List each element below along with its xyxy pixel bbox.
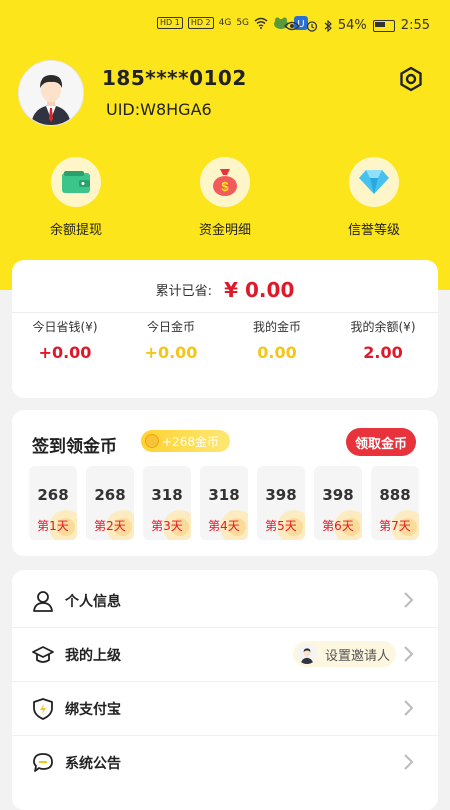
diamond-icon (349, 157, 399, 207)
day-label: 第4天 (208, 519, 240, 533)
coin-icon (145, 434, 159, 448)
checkin-day-4[interactable]: 318 第4天 (200, 466, 248, 540)
eye-icon (283, 21, 300, 30)
day-label: 第3天 (151, 519, 183, 533)
user-uid: UID:W8HGA6 (106, 100, 212, 119)
stat-label: 今日金币 (146, 320, 195, 334)
inviter-avatar (296, 644, 317, 664)
set-inviter-label: 设置邀请人 (324, 648, 390, 664)
day-label: 第2天 (94, 519, 126, 533)
stat-today-saved: 今日省钱(¥) +0.00 (12, 318, 118, 362)
profile-section: 185****0102 UID:W8HGA6 (18, 60, 432, 130)
chevron-right-icon (404, 646, 414, 662)
day-amount: 398 (322, 486, 354, 504)
checkin-day-5[interactable]: 398 第5天 (257, 466, 305, 540)
alarm-icon (306, 20, 318, 32)
chevron-right-icon (404, 700, 414, 716)
menu-item-label: 个人信息 (65, 594, 121, 610)
savings-total: 累计已省: ¥ 0.00 (12, 278, 438, 302)
stat-value: 0.00 (257, 343, 297, 362)
bluetooth-icon (324, 19, 332, 32)
day-amount: 398 (265, 486, 297, 504)
chat-bubble-icon (33, 753, 53, 772)
checkin-reward-text: +268金币 (162, 434, 219, 449)
menu-item-my-superior[interactable]: 我的上级 设置邀请人 (12, 627, 438, 682)
day-label: 第5天 (265, 519, 297, 533)
stat-label: 我的余额(¥) (350, 320, 416, 334)
avatar[interactable] (18, 60, 84, 126)
checkin-day-6[interactable]: 398 第6天 (314, 466, 362, 540)
stat-value: 2.00 (363, 343, 403, 362)
user-icon (33, 591, 53, 612)
stat-today-coins: 今日金币 +0.00 (118, 318, 224, 362)
checkin-days: 268 第1天 268 第2天 318 第3天 318 第4天 398 第5天 … (29, 466, 429, 542)
day-amount: 318 (208, 486, 240, 504)
checkin-day-3[interactable]: 318 第3天 (143, 466, 191, 540)
hd1-indicator: HD 1 (157, 17, 183, 29)
menu-item-bind-alipay[interactable]: 绑支付宝 (12, 681, 438, 736)
stat-my-coins: 我的金币 0.00 (224, 318, 330, 362)
battery-icon (372, 19, 395, 32)
checkin-day-1[interactable]: 268 第1天 (29, 466, 77, 540)
checkin-reward-badge: +268金币 (141, 430, 230, 452)
quick-action-credit-level[interactable]: 信誉等级 (324, 157, 424, 238)
quick-action-label: 信誉等级 (347, 223, 400, 238)
menu-item-label: 我的上级 (65, 648, 121, 664)
day-amount: 888 (379, 486, 411, 504)
money-bag-icon: $ (200, 157, 250, 207)
quick-action-label: 余额提现 (49, 223, 102, 238)
signal-5g-icon: 5G (236, 18, 250, 28)
checkin-day-7[interactable]: 888 第7天 (371, 466, 419, 540)
menu-card: 个人信息 我的上级 设置邀请人 绑支付宝 系统公告 (12, 570, 438, 810)
day-label: 第6天 (322, 519, 354, 533)
signal-4g-icon: 4G (218, 18, 232, 28)
status-bar: HD 1 HD 2 4G 5G U 54% 2:55 (0, 0, 450, 52)
status-right: 54% 2:55 (283, 18, 430, 33)
checkin-card: 签到领金币 +268金币 领取金币 268 第1天 268 第2天 318 第3… (12, 410, 438, 556)
quick-action-funds-detail[interactable]: $ 资金明细 (175, 157, 275, 238)
stat-label: 我的金币 (252, 320, 301, 334)
chevron-right-icon (404, 592, 414, 608)
menu-item-label: 系统公告 (65, 756, 121, 772)
stat-value: +0.00 (144, 343, 198, 362)
checkin-day-2[interactable]: 268 第2天 (86, 466, 134, 540)
quick-actions: 余额提现 $ 资金明细 信誉等级 (0, 157, 450, 247)
day-amount: 268 (94, 486, 126, 504)
day-amount: 268 (37, 486, 69, 504)
menu-item-system-notice[interactable]: 系统公告 (12, 735, 438, 789)
chevron-right-icon (404, 754, 414, 770)
wallet-icon (51, 157, 101, 207)
savings-card: 累计已省: ¥ 0.00 今日省钱(¥) +0.00 今日金币 +0.00 我的… (12, 260, 438, 398)
battery-percent: 54% (337, 18, 367, 33)
quick-action-withdraw[interactable]: 余额提现 (26, 157, 126, 238)
svg-text:$: $ (221, 179, 229, 194)
day-label: 第7天 (379, 519, 411, 533)
avatar-illustration (19, 61, 83, 125)
hd2-indicator: HD 2 (187, 17, 214, 29)
graduation-cap-icon (32, 646, 54, 663)
quick-action-label: 资金明细 (198, 223, 251, 238)
set-inviter-button[interactable]: 设置邀请人 (292, 641, 396, 667)
stat-my-balance: 我的余额(¥) 2.00 (330, 318, 436, 362)
savings-total-label: 累计已省: (155, 284, 212, 299)
menu-item-label: 绑支付宝 (65, 702, 121, 718)
claim-coins-button[interactable]: 领取金币 (346, 428, 416, 456)
day-amount: 318 (151, 486, 183, 504)
savings-total-value: ¥ 0.00 (224, 278, 295, 302)
settings-icon[interactable] (398, 66, 424, 92)
day-label: 第1天 (37, 519, 69, 533)
divider (12, 312, 438, 313)
clock: 2:55 (400, 18, 430, 33)
user-phone: 185****0102 (102, 66, 247, 90)
stat-value: +0.00 (38, 343, 92, 362)
shield-icon (33, 698, 53, 720)
wifi-icon (254, 17, 268, 29)
checkin-title: 签到领金币 (32, 437, 117, 457)
stat-label: 今日省钱(¥) (32, 320, 98, 334)
menu-item-personal-info[interactable]: 个人信息 (12, 573, 438, 628)
